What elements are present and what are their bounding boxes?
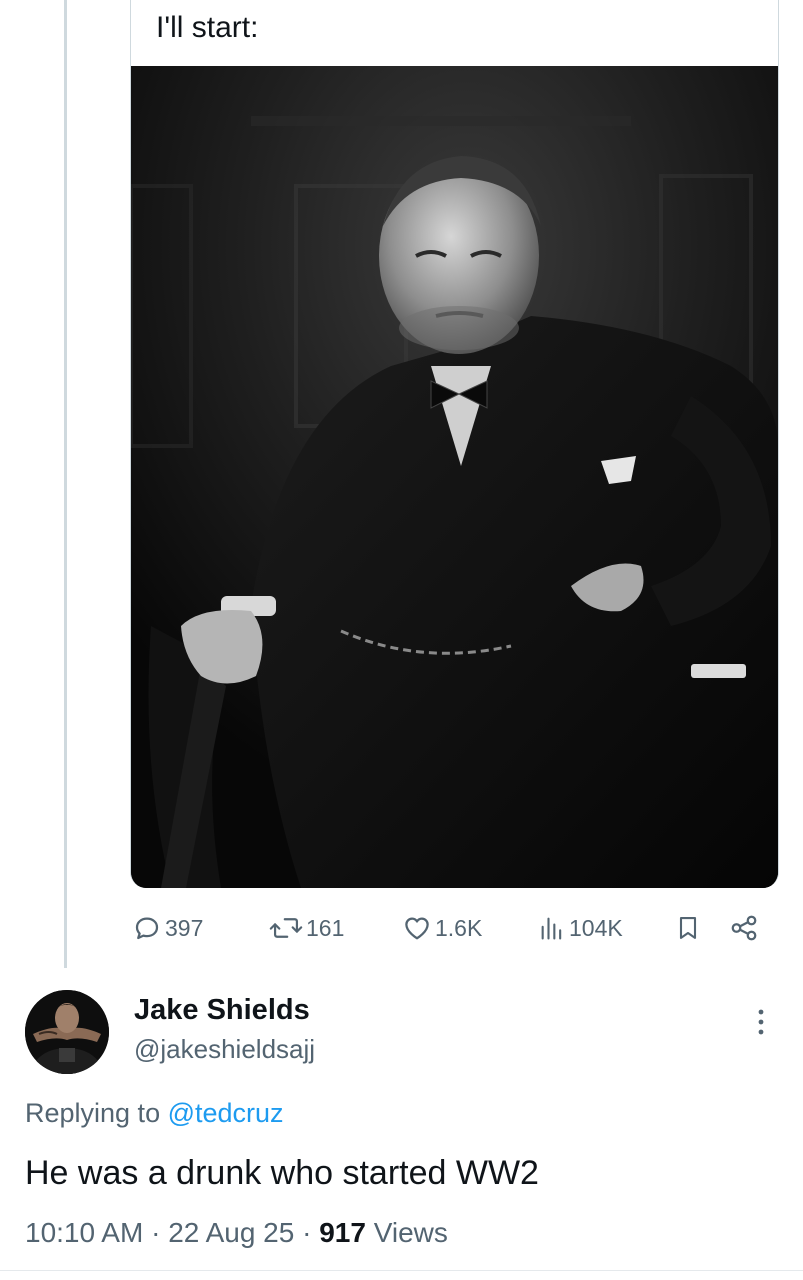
reply-view-count: 917 [319, 1217, 366, 1248]
share-button[interactable] [728, 906, 760, 950]
replying-to-mention-link[interactable]: @tedcruz [168, 1098, 284, 1128]
view-count: 104K [569, 914, 623, 941]
display-name[interactable]: Jake Shields [134, 992, 310, 1028]
views-button[interactable]: 104K [538, 906, 623, 950]
like-button[interactable]: 1.6K [402, 906, 482, 950]
divider [0, 1270, 803, 1271]
repost-count: 161 [306, 914, 345, 941]
reply-button[interactable]: 397 [132, 906, 203, 950]
meta-separator: · [294, 1217, 320, 1248]
share-icon [731, 915, 757, 941]
bar-chart-icon [541, 917, 562, 940]
bookmark-icon [679, 917, 697, 939]
profile-photo [25, 990, 109, 1074]
meta-separator: · [143, 1217, 169, 1248]
more-options-button[interactable] [746, 1004, 776, 1040]
portrait-photo [131, 66, 778, 888]
like-count: 1.6K [435, 914, 483, 941]
tweet-time[interactable]: 10:10 AM [25, 1217, 143, 1248]
replying-to-line: Replying to @tedcruz [25, 1095, 284, 1131]
parent-tweet-card[interactable]: I'll start: [130, 0, 779, 888]
tweet-action-bar: 397 161 1.6K 104K [130, 906, 777, 950]
vertical-dots-icon [758, 1009, 764, 1035]
avatar[interactable] [25, 990, 109, 1074]
speech-bubble-icon [135, 917, 159, 940]
heart-icon [405, 917, 429, 940]
tweet-photo[interactable] [131, 66, 778, 888]
bookmark-button[interactable] [674, 906, 702, 950]
repost-button[interactable]: 161 [269, 906, 344, 950]
tweet-meta: 10:10 AM · 22 Aug 25 · 917 Views [25, 1214, 448, 1252]
thread-connector-line [64, 0, 67, 968]
reply-tweet-text: He was a drunk who started WW2 [25, 1154, 539, 1192]
parent-tweet-text: I'll start: [156, 11, 259, 44]
reply-count: 397 [165, 914, 204, 941]
repost-arrows-icon [269, 918, 303, 938]
replying-to-label: Replying to [25, 1098, 168, 1128]
tweet-date[interactable]: 22 Aug 25 [168, 1217, 294, 1248]
views-label: Views [365, 1217, 448, 1248]
user-handle[interactable]: @jakeshieldsajj [134, 1032, 315, 1066]
